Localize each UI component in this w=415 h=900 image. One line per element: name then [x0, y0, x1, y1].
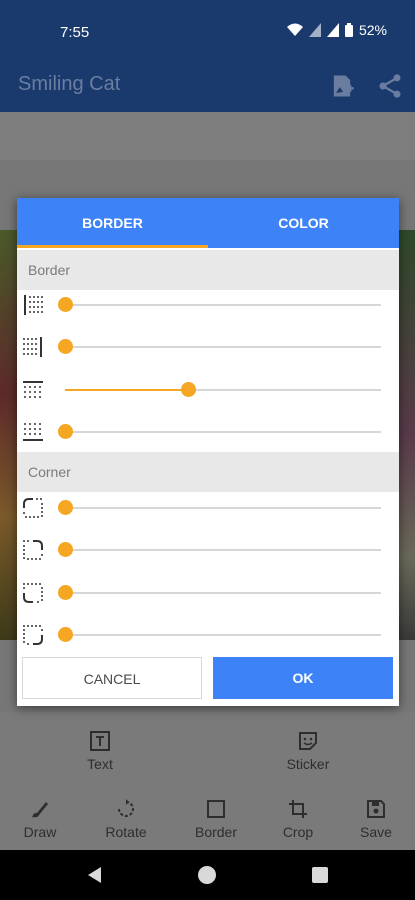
- border-top-slider[interactable]: [65, 382, 381, 397]
- crop-tool[interactable]: Crop: [270, 798, 326, 840]
- corner-bottom-left-slider[interactable]: [58, 585, 381, 600]
- border-left-slider-row: [17, 284, 399, 326]
- signal-icon: [308, 23, 321, 37]
- border-tool-label: Border: [194, 824, 238, 840]
- back-icon[interactable]: [86, 866, 104, 884]
- draw-tool[interactable]: Draw: [12, 798, 68, 840]
- cancel-button[interactable]: CANCEL: [22, 657, 202, 699]
- add-image-icon[interactable]: [328, 72, 356, 100]
- text-icon: [90, 731, 110, 751]
- crop-tool-label: Crop: [282, 824, 314, 840]
- border-icon: [207, 800, 225, 818]
- ok-button[interactable]: OK: [213, 657, 393, 699]
- toolbar-row-1: Text Sticker: [0, 712, 415, 790]
- border-tool[interactable]: Border: [186, 798, 246, 840]
- corner-top-right-slider[interactable]: [58, 542, 381, 557]
- corner-top-right-icon: [23, 540, 43, 560]
- tab-bar: BORDER COLOR: [17, 198, 399, 248]
- corner-bottom-left-icon: [23, 583, 43, 603]
- draw-tool-label: Draw: [23, 824, 57, 840]
- corner-bottom-right-slider-row: [17, 614, 399, 656]
- draw-icon: [32, 802, 48, 818]
- sticker-tool-label: Sticker: [286, 756, 330, 772]
- border-bottom-slider[interactable]: [58, 424, 381, 439]
- slider-thumb[interactable]: [58, 627, 73, 642]
- status-icons: 52%: [286, 22, 387, 38]
- tab-color[interactable]: COLOR: [208, 198, 399, 248]
- border-bottom-slider-row: [17, 411, 399, 453]
- photo-edge-right: [397, 230, 415, 640]
- border-settings-dialog: BORDER COLOR Border Corner CANCEL OK: [17, 198, 399, 706]
- toolbar-row-2: Draw Rotate Border Crop Save: [0, 790, 415, 850]
- slider-thumb[interactable]: [58, 585, 73, 600]
- battery-level: 52%: [358, 22, 387, 38]
- border-top-icon: [23, 381, 43, 398]
- border-right-slider-row: [17, 326, 399, 368]
- navigation-bar: [0, 850, 415, 900]
- text-tool[interactable]: Text: [70, 730, 130, 772]
- slider-thumb[interactable]: [58, 542, 73, 557]
- corner-top-left-icon: [23, 498, 43, 518]
- rotate-tool-label: Rotate: [105, 824, 147, 840]
- border-left-slider[interactable]: [58, 297, 381, 312]
- border-top-slider-row: [17, 369, 399, 411]
- top-strip: [0, 112, 415, 160]
- corner-bottom-left-slider-row: [17, 572, 399, 614]
- slider-thumb[interactable]: [58, 500, 73, 515]
- slider-thumb[interactable]: [58, 297, 73, 312]
- signal-icon-2: [326, 23, 339, 37]
- sticker-tool[interactable]: Sticker: [278, 730, 338, 772]
- tab-border[interactable]: BORDER: [17, 198, 208, 248]
- crop-icon: [289, 800, 307, 818]
- save-tool[interactable]: Save: [352, 798, 400, 840]
- rotate-icon: [118, 799, 134, 817]
- save-icon: [367, 800, 385, 818]
- border-right-icon: [23, 337, 42, 357]
- save-tool-label: Save: [360, 824, 392, 840]
- slider-thumb[interactable]: [181, 382, 197, 397]
- border-right-slider[interactable]: [58, 339, 381, 354]
- corner-bottom-right-slider[interactable]: [58, 627, 381, 642]
- status-time: 7:55: [60, 24, 90, 41]
- app-bar: Smiling Cat: [0, 64, 415, 112]
- home-icon[interactable]: [198, 866, 216, 884]
- corner-bottom-right-icon: [23, 625, 43, 645]
- sticker-icon: [299, 732, 317, 750]
- share-icon[interactable]: [376, 72, 404, 100]
- text-tool-label: Text: [87, 756, 113, 772]
- recents-icon[interactable]: [312, 867, 328, 883]
- status-bar: 7:55 52%: [0, 0, 415, 64]
- battery-icon: [344, 23, 353, 37]
- corner-top-left-slider[interactable]: [58, 500, 381, 515]
- active-tab-indicator: [17, 245, 208, 248]
- photo-edge-left: [0, 230, 18, 640]
- app-title: Smiling Cat: [18, 73, 121, 95]
- slider-thumb[interactable]: [58, 424, 73, 439]
- border-bottom-icon: [23, 423, 43, 441]
- border-left-icon: [24, 295, 43, 315]
- corner-section-header: Corner: [17, 452, 399, 492]
- corner-top-left-slider-row: [17, 487, 399, 529]
- wifi-icon: [286, 23, 303, 36]
- slider-thumb[interactable]: [58, 339, 73, 354]
- corner-top-right-slider-row: [17, 529, 399, 571]
- rotate-tool[interactable]: Rotate: [96, 798, 156, 840]
